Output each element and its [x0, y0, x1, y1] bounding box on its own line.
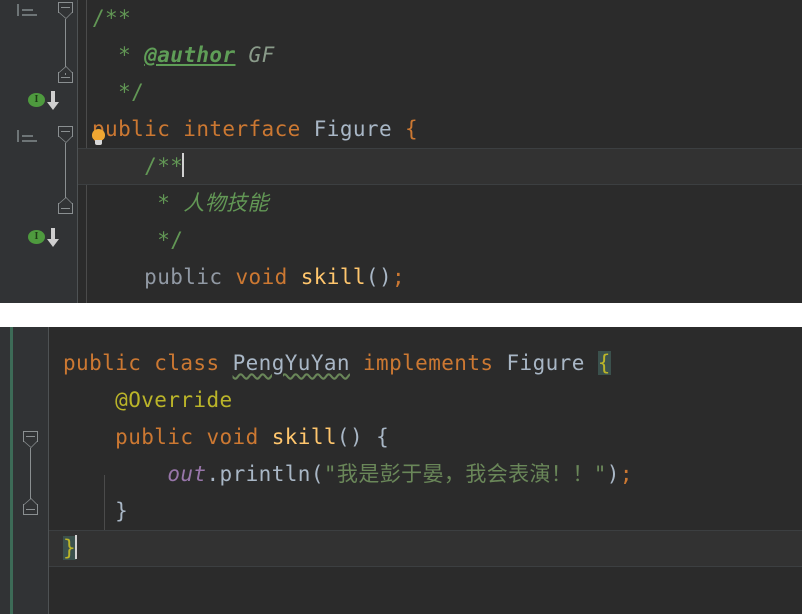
code-token: (): [336, 425, 377, 449]
implemented-by-icon[interactable]: I: [28, 90, 62, 112]
fold-end-icon[interactable]: [23, 497, 41, 515]
code-token: /**: [92, 154, 184, 178]
code-token: implements: [349, 351, 507, 375]
code-line[interactable]: * @author GF: [78, 37, 802, 74]
code-line[interactable]: * 人物技能: [78, 185, 802, 222]
fold-region-line: [65, 143, 66, 203]
screenshot-root: I I /** * @author GF */ public interface…: [0, 0, 802, 614]
code-line[interactable]: public void skill();: [78, 259, 802, 296]
code-line[interactable]: }: [78, 296, 802, 303]
code-token: {: [405, 117, 419, 141]
annotation-strip-1[interactable]: [0, 0, 14, 303]
code-line[interactable]: /**: [78, 0, 802, 37]
code-token: .println(: [206, 462, 324, 486]
doc-lines-icon[interactable]: [17, 4, 39, 18]
code-area-2[interactable]: public class PengYuYan implements Figure…: [49, 327, 802, 614]
code-token: Figure: [506, 351, 598, 375]
code-token: void: [235, 265, 301, 289]
code-token: ": [593, 462, 607, 486]
code-token: (): [365, 265, 393, 289]
text-caret: [75, 535, 78, 559]
code-line[interactable]: public interface Figure {: [78, 111, 802, 148]
gutter-1[interactable]: I I: [14, 0, 78, 303]
code-token: skill: [300, 265, 366, 289]
lightbulb-icon[interactable]: [90, 129, 108, 147]
code-token: {: [376, 425, 390, 449]
code-token: Figure: [313, 117, 406, 141]
code-token: */: [92, 228, 184, 252]
code-token: public: [92, 265, 236, 289]
code-line[interactable]: public class PengYuYan implements Figure…: [49, 345, 802, 382]
fold-end-icon[interactable]: [58, 65, 76, 83]
editor-panel-interface[interactable]: I I /** * @author GF */ public interface…: [0, 0, 802, 303]
code-line[interactable]: [49, 567, 802, 604]
code-token: public interface: [92, 117, 314, 141]
code-token: *: [92, 43, 145, 67]
fold-start-icon[interactable]: [58, 126, 76, 144]
code-token: @Override: [63, 388, 233, 412]
text-caret: [182, 153, 185, 177]
code-line[interactable]: */: [78, 74, 802, 111]
fold-end-icon[interactable]: [58, 196, 76, 214]
code-token: /**: [92, 6, 132, 30]
code-token: 人物技能: [183, 191, 269, 215]
code-line[interactable]: @Override: [49, 382, 802, 419]
code-token: PengYuYan: [232, 351, 350, 375]
code-line[interactable]: }: [49, 493, 802, 530]
code-token: */: [92, 80, 145, 104]
code-token: skill: [271, 425, 337, 449]
editor-panel-class[interactable]: public class PengYuYan implements Figure…: [0, 327, 802, 614]
code-token: ;: [619, 462, 633, 486]
code-area-1[interactable]: /** * @author GF */ public interface Fig…: [78, 0, 802, 303]
gutter-2[interactable]: [13, 327, 49, 614]
code-token: ): [606, 462, 620, 486]
implemented-by-icon[interactable]: I: [28, 227, 62, 249]
fold-start-icon[interactable]: [58, 2, 76, 20]
code-token: }: [63, 499, 129, 523]
code-line[interactable]: out.println("我是彭于晏，我会表演！！");: [49, 456, 802, 493]
code-token: @author: [144, 43, 236, 67]
fold-start-icon[interactable]: [23, 431, 41, 449]
code-line-current[interactable]: }: [49, 530, 802, 567]
code-token: public class: [63, 351, 233, 375]
code-token: GF: [235, 43, 275, 67]
code-token: out: [63, 462, 207, 486]
code-token: ;: [392, 265, 406, 289]
fold-region-line: [30, 448, 31, 504]
code-token: }: [92, 302, 105, 303]
code-token: ": [323, 462, 337, 486]
annotation-strip-2[interactable]: [0, 327, 10, 614]
code-line[interactable]: */: [78, 222, 802, 259]
code-token: {: [597, 351, 611, 375]
code-line-current[interactable]: /**: [78, 148, 802, 185]
code-token: public void: [63, 425, 272, 449]
code-token: 我是彭于晏，我会表演！！: [336, 462, 594, 486]
code-token: *: [92, 191, 184, 215]
code-line[interactable]: public void skill() {: [49, 419, 802, 456]
doc-lines-icon[interactable]: [17, 130, 39, 144]
